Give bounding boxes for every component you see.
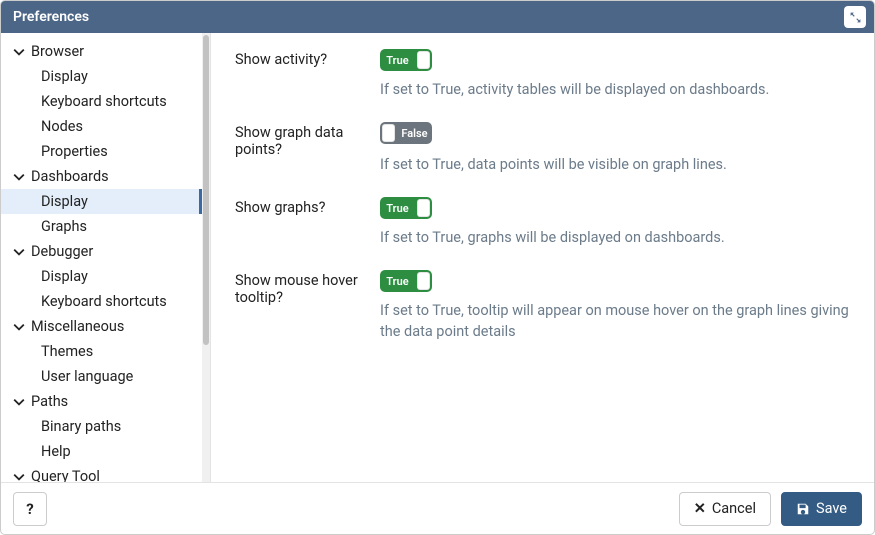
tree-item[interactable]: Binary paths (1, 414, 202, 439)
tree-group[interactable]: Paths (1, 389, 202, 414)
tree-item[interactable]: Nodes (1, 114, 202, 139)
tree-item[interactable]: Properties (1, 139, 202, 164)
tree-group[interactable]: Miscellaneous (1, 314, 202, 339)
item-label: Keyboard shortcuts (41, 293, 167, 310)
item-label: Display (41, 193, 88, 210)
tree-item[interactable]: Display (1, 64, 202, 89)
setting-row: Show graphs?True If set to True, graphs w… (235, 197, 850, 248)
group-label: Query Tool (31, 468, 100, 482)
toggle-knob (417, 199, 430, 217)
setting-label: Show activity? (235, 49, 380, 100)
tree-item[interactable]: Themes (1, 339, 202, 364)
help-icon: ? (26, 500, 33, 518)
toggle-text: True (380, 275, 415, 288)
item-label: Keyboard shortcuts (41, 93, 167, 110)
setting-row: Show mouse hover tooltip?True If set to T… (235, 270, 850, 342)
tree-group[interactable]: Query Tool (1, 464, 202, 482)
setting-row: Show graph data points? False If set to Tr… (235, 122, 850, 175)
item-label: Themes (41, 343, 93, 360)
tree-item[interactable]: Graphs (1, 214, 202, 239)
dialog-title: Preferences (13, 9, 89, 25)
content-area: Show activity?TrueIf set to True, activi… (211, 33, 874, 482)
group-label: Browser (31, 43, 84, 60)
toggle-text: True (380, 202, 415, 215)
expand-icon (849, 11, 862, 24)
dialog-body: Browser Display Keyboard shortcuts Nodes Pro… (1, 33, 874, 482)
tree-item[interactable]: Keyboard shortcuts (1, 89, 202, 114)
tree-item[interactable]: Display (1, 264, 202, 289)
toggle-knob (417, 272, 430, 290)
toggle-text: False (397, 127, 432, 140)
group-label: Miscellaneous (31, 318, 124, 335)
save-icon (796, 502, 810, 516)
tree-item[interactable]: Help (1, 439, 202, 464)
group-label: Debugger (31, 243, 93, 260)
sidebar-scrollbar[interactable] (202, 33, 210, 482)
item-label: Binary paths (41, 418, 121, 435)
cancel-button[interactable]: ✕ Cancel (679, 492, 771, 526)
tree-item[interactable]: Display (1, 189, 202, 214)
setting-description: If set to True, activity tables will be … (380, 79, 850, 100)
scrollbar-thumb[interactable] (203, 35, 209, 345)
setting-description: If set to True, graphs will be displayed… (380, 227, 850, 248)
toggle-knob (417, 51, 430, 69)
toggle-knob (382, 124, 395, 142)
setting-body: True If set to True, graphs will be displ… (380, 197, 850, 248)
tree-group[interactable]: Debugger (1, 239, 202, 264)
footer: ? ✕ Cancel Save (1, 482, 874, 534)
help-button[interactable]: ? (13, 492, 47, 526)
chevron-down-icon (13, 321, 25, 333)
setting-description: If set to True, tooltip will appear on m… (380, 300, 850, 342)
expand-button[interactable] (844, 6, 866, 28)
setting-body: False If set to True, data points will be… (380, 122, 850, 175)
chevron-down-icon (13, 246, 25, 258)
save-label: Save (816, 500, 847, 517)
chevron-down-icon (13, 46, 25, 58)
preferences-dialog: Preferences Browser Display Keyboard short… (0, 0, 875, 535)
chevron-down-icon (13, 471, 25, 483)
tree-item[interactable]: User language (1, 364, 202, 389)
toggle-switch[interactable]: True (380, 270, 432, 292)
tree-group[interactable]: Dashboards (1, 164, 202, 189)
tree-group[interactable]: Browser (1, 39, 202, 64)
item-label: Graphs (41, 218, 87, 235)
item-label: Properties (41, 143, 108, 160)
tree-item[interactable]: Keyboard shortcuts (1, 289, 202, 314)
setting-body: True If set to True, activity tables will… (380, 49, 850, 100)
group-label: Dashboards (31, 168, 109, 185)
toggle-switch[interactable]: False (380, 122, 432, 144)
item-label: Help (41, 443, 71, 460)
setting-description: If set to True, data points will be visi… (380, 154, 850, 175)
close-icon: ✕ (694, 500, 706, 517)
chevron-down-icon (13, 396, 25, 408)
chevron-down-icon (13, 171, 25, 183)
group-label: Paths (31, 393, 68, 410)
toggle-switch[interactable]: True (380, 49, 432, 71)
setting-body: True If set to True, tooltip will appear … (380, 270, 850, 342)
titlebar: Preferences (1, 1, 874, 33)
setting-label: Show mouse hover tooltip? (235, 270, 380, 342)
setting-label: Show graph data points? (235, 122, 380, 175)
item-label: Nodes (41, 118, 83, 135)
setting-label: Show graphs? (235, 197, 380, 248)
item-label: Display (41, 268, 88, 285)
setting-row: Show activity?True If set to True, activi… (235, 49, 850, 100)
save-button[interactable]: Save (781, 492, 862, 526)
toggle-switch[interactable]: True (380, 197, 432, 219)
item-label: User language (41, 368, 133, 385)
cancel-label: Cancel (712, 500, 756, 517)
item-label: Display (41, 68, 88, 85)
sidebar: Browser Display Keyboard shortcuts Nodes Pro… (1, 33, 211, 482)
toggle-text: True (380, 54, 415, 67)
